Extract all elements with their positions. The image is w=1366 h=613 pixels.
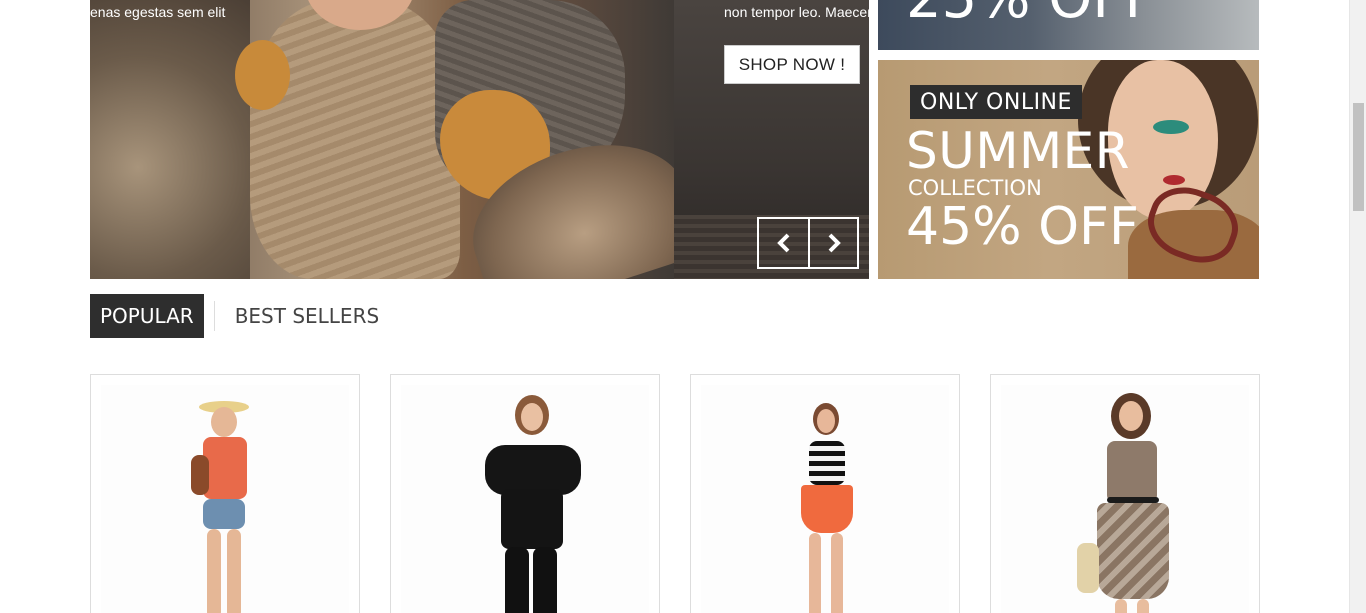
model-figure (781, 403, 871, 613)
product-image[interactable] (701, 385, 949, 613)
chevron-right-icon (828, 233, 841, 253)
model-figure (1071, 393, 1191, 613)
slide-image-mitten (235, 40, 290, 110)
model-figure (471, 389, 591, 613)
tab-separator (213, 301, 215, 331)
tab-best-sellers[interactable]: BEST SELLERS (225, 294, 389, 338)
slide-caption-right: non tempor leo. Maecenas (724, 4, 869, 20)
product-tabs: POPULAR BEST SELLERS (90, 294, 389, 338)
discount-text: 45% OFF (906, 197, 1139, 257)
slider-arrows (757, 217, 859, 269)
hero-slider[interactable]: enas egestas sem elit non tempor leo. Ma… (90, 0, 869, 279)
product-card[interactable] (90, 374, 360, 613)
product-card[interactable] (390, 374, 660, 613)
model-figure (191, 395, 261, 613)
promo-banner-top[interactable]: 25% OFF (878, 0, 1259, 50)
product-image[interactable] (401, 385, 649, 613)
slide-image-background (90, 0, 250, 279)
banner-model-lips (1163, 175, 1185, 185)
promo-banner-summer[interactable]: ONLY ONLINE SUMMER COLLECTION 45% OFF (878, 60, 1259, 279)
tab-popular[interactable]: POPULAR (90, 294, 204, 338)
shop-now-button[interactable]: SHOP NOW ! (724, 45, 860, 84)
promo-banner-top-text: 25% OFF (906, 0, 1157, 31)
scrollbar-thumb[interactable] (1353, 103, 1364, 211)
product-image[interactable] (1001, 385, 1249, 613)
only-online-badge: ONLY ONLINE (910, 85, 1082, 119)
slide-image-scarf (250, 0, 460, 279)
summer-headline: SUMMER (906, 122, 1130, 180)
banner-model-eye (1153, 120, 1189, 134)
product-image[interactable] (101, 385, 349, 613)
page-scrollbar[interactable] (1349, 0, 1366, 613)
product-card[interactable] (990, 374, 1260, 613)
chevron-left-icon (776, 233, 789, 253)
slider-next-button[interactable] (808, 219, 857, 267)
slider-prev-button[interactable] (759, 219, 808, 267)
product-card[interactable] (690, 374, 960, 613)
slide-caption-left: enas egestas sem elit (90, 4, 226, 20)
